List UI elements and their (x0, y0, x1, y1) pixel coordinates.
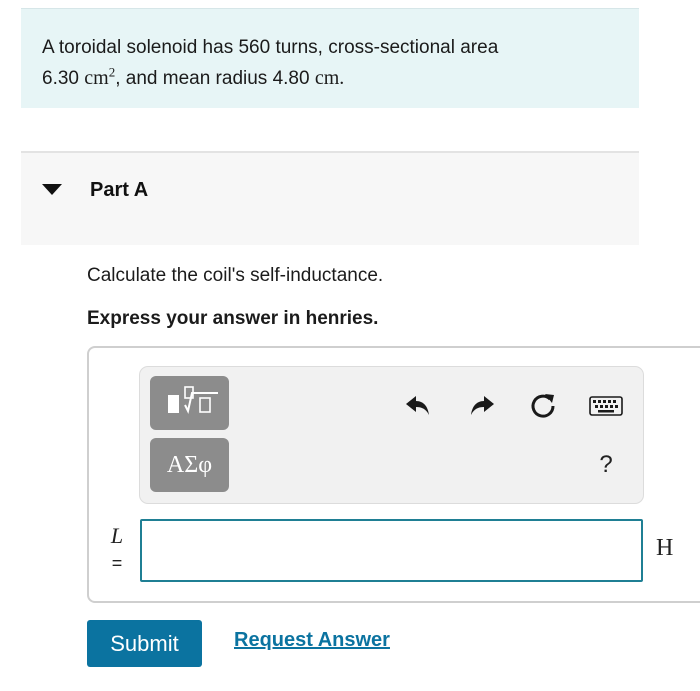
request-answer-link[interactable]: Request Answer (234, 629, 390, 652)
redo-icon[interactable] (466, 390, 498, 420)
period: . (339, 67, 345, 89)
templates-button[interactable] (150, 376, 229, 430)
submit-button[interactable]: Submit (87, 620, 202, 667)
part-a-header[interactable]: Part A (21, 151, 639, 245)
variable-label: L (110, 523, 124, 548)
area-value: 6.30 (42, 68, 85, 89)
problem-text-line-2: , and mean radius 4.80 (115, 68, 315, 89)
equals-sign: = (111, 553, 123, 573)
answer-input[interactable] (140, 519, 643, 582)
problem-text-line-1: A toroidal solenoid has 560 turns, cross… (42, 37, 499, 58)
undo-icon[interactable] (402, 390, 434, 420)
problem-text: A toroidal solenoid has 560 turns, cross… (42, 33, 632, 94)
collapse-caret-icon[interactable] (42, 184, 62, 195)
templates-icon (167, 386, 218, 414)
problem-statement-panel: A toroidal solenoid has 560 turns, cross… (21, 8, 639, 108)
radius-unit: cm (314, 67, 340, 89)
greek-symbols-button[interactable]: ΑΣφ (150, 438, 229, 492)
area-unit: cm2 (84, 64, 116, 89)
help-button[interactable]: ? (591, 450, 621, 480)
unit-label: H (656, 535, 674, 561)
instruction-text: Express your answer in henries. (87, 308, 379, 329)
question-text: Calculate the coil's self-inductance. (87, 265, 384, 286)
reset-icon[interactable] (527, 390, 559, 422)
part-title: Part A (90, 179, 149, 201)
keyboard-icon[interactable] (589, 395, 623, 417)
